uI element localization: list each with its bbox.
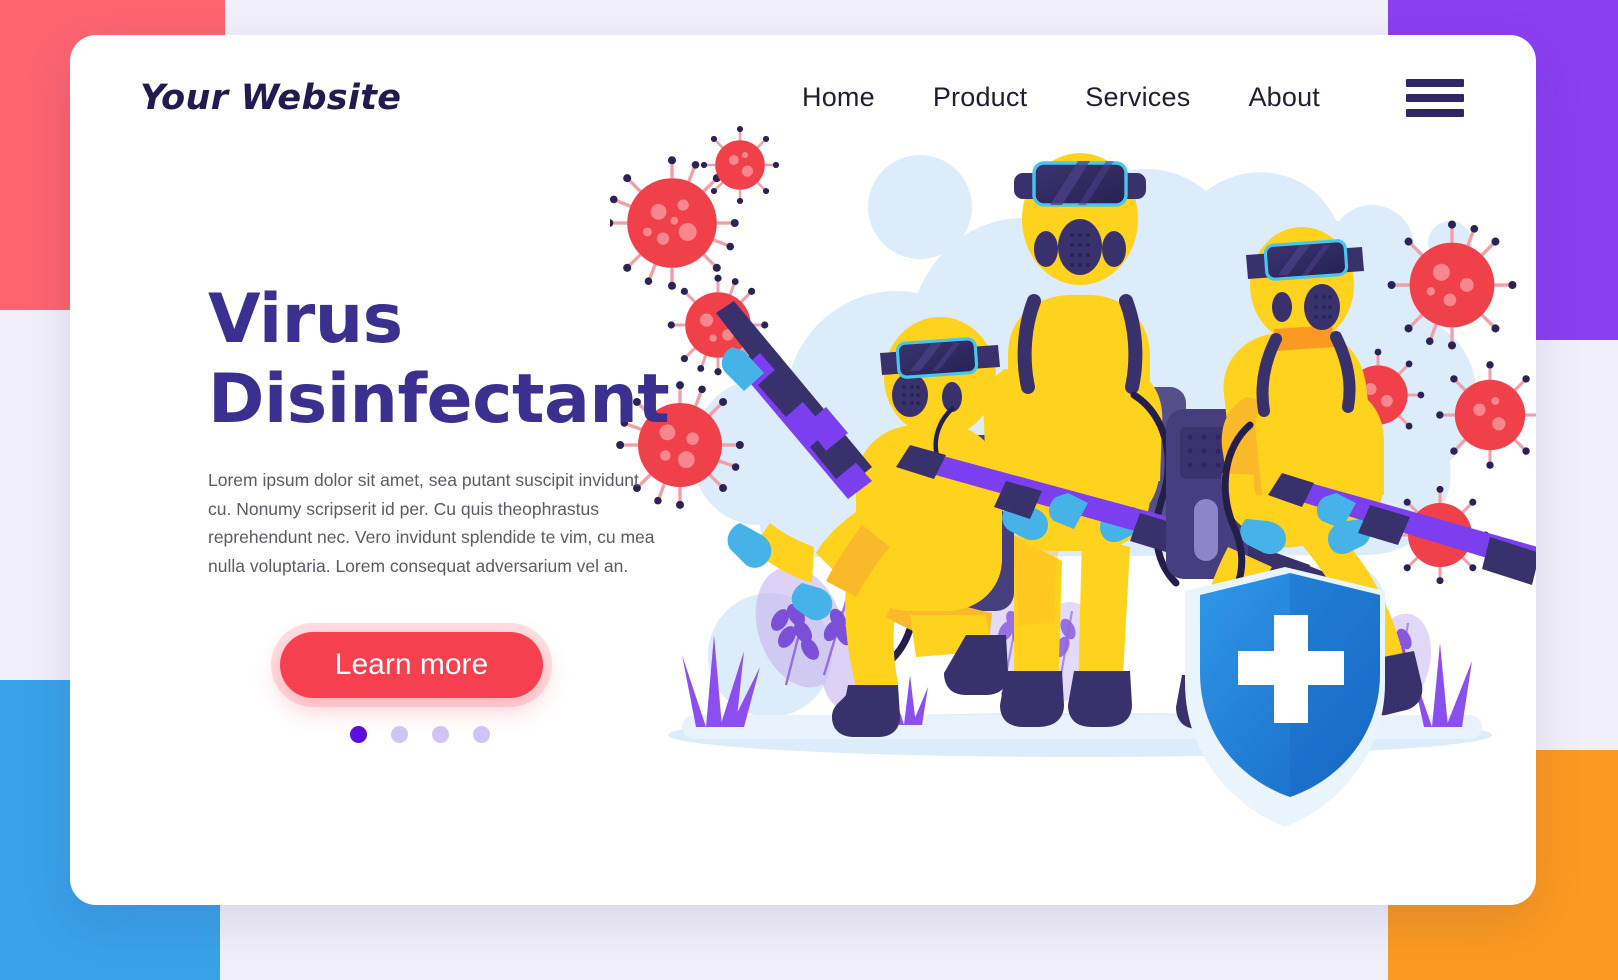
hamburger-bar-1 bbox=[1406, 78, 1464, 87]
carousel-dot-4[interactable] bbox=[473, 725, 490, 743]
hero-illustration bbox=[610, 95, 1536, 835]
main-navigation: Home Product Services About bbox=[802, 82, 1320, 113]
page-title: Virus Disinfectant bbox=[208, 280, 708, 440]
carousel-dot-2[interactable] bbox=[391, 725, 408, 743]
nav-item-home[interactable]: Home bbox=[802, 82, 875, 113]
hamburger-bar-3 bbox=[1406, 108, 1464, 117]
hero-description: Lorem ipsum dolor sit amet, sea putant s… bbox=[208, 470, 655, 576]
nav-item-services[interactable]: Services bbox=[1085, 82, 1190, 113]
carousel-dots bbox=[350, 725, 708, 743]
protection-shield bbox=[1185, 567, 1385, 827]
carousel-dot-1[interactable] bbox=[350, 725, 367, 743]
brand-logo[interactable]: Your Website bbox=[140, 78, 401, 118]
hamburger-bar-2 bbox=[1406, 93, 1464, 102]
carousel-dot-3[interactable] bbox=[432, 725, 449, 743]
hamburger-icon[interactable] bbox=[1406, 78, 1464, 117]
nav-item-product[interactable]: Product bbox=[933, 82, 1027, 113]
site-header: Your Website Home Product Services About bbox=[70, 35, 1536, 160]
headline-line-2: Disinfectant bbox=[208, 360, 670, 440]
nav-item-about[interactable]: About bbox=[1248, 82, 1320, 113]
learn-more-button[interactable]: Learn more bbox=[280, 631, 543, 698]
headline-line-1: Virus bbox=[208, 280, 403, 359]
hero-copy: Virus Disinfectant Lorem ipsum dolor sit… bbox=[208, 280, 708, 743]
page-card: Your Website Home Product Services About bbox=[70, 35, 1536, 905]
